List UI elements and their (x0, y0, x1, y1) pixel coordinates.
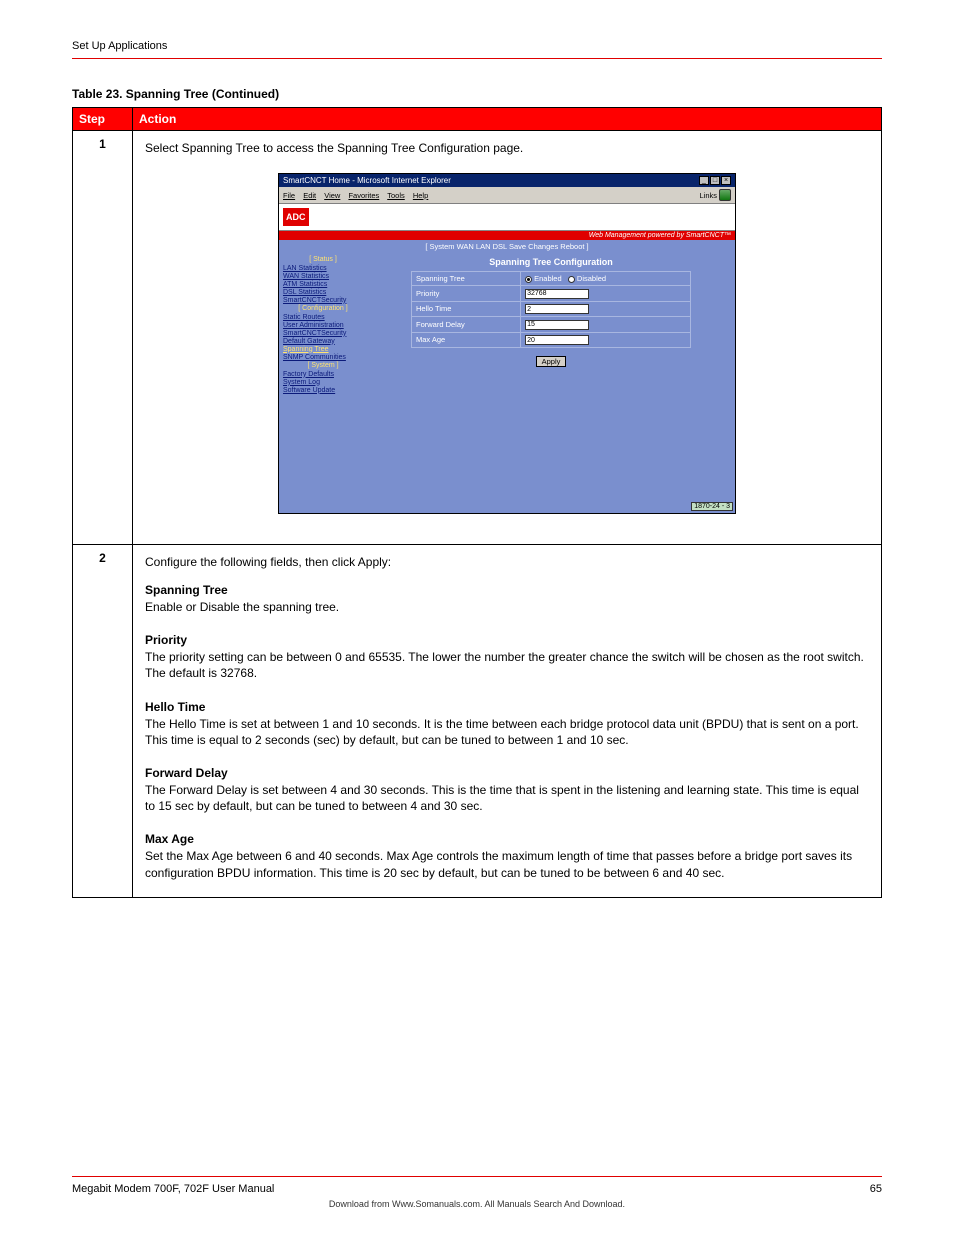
field-name-max-age: Max Age (145, 832, 869, 846)
menubar-items: File Edit View Favorites Tools Help (283, 191, 434, 200)
radio-enabled-label: Enabled (534, 274, 562, 283)
sidebar-item-wan-statistics[interactable]: WAN Statistics (283, 272, 363, 280)
col-step: Step (73, 108, 133, 131)
adc-logo: ADC (283, 208, 309, 226)
footer-rule (72, 1176, 882, 1177)
menubar: File Edit View Favorites Tools Help Link… (279, 187, 735, 204)
sidebar: [ Status ] LAN Statistics WAN Statistics… (279, 253, 367, 513)
sidebar-item-smartcnct-security-config[interactable]: SmartCNCTSecurity (283, 329, 363, 337)
step-number: 1 (73, 131, 133, 545)
minimize-icon[interactable]: _ (699, 176, 709, 185)
menu-tools[interactable]: Tools (387, 191, 405, 200)
step-number: 2 (73, 545, 133, 898)
window-titlebar: SmartCNCT Home - Microsoft Internet Expl… (279, 174, 735, 187)
page-footer: Megabit Modem 700F, 702F User Manual 65 … (72, 1176, 882, 1210)
radio-disabled[interactable] (568, 276, 575, 283)
table-row: 2 Configure the following fields, then c… (73, 545, 882, 898)
cfg-label-priority: Priority (412, 286, 521, 302)
field-desc-max-age: Set the Max Age between 6 and 40 seconds… (145, 848, 869, 880)
forward-delay-field[interactable] (525, 320, 589, 330)
go-icon[interactable] (719, 189, 731, 201)
config-form: Spanning Tree Enabled Disabled (411, 271, 691, 348)
close-icon[interactable]: × (721, 176, 731, 185)
sidebar-item-user-admin[interactable]: User Administration (283, 321, 363, 329)
menu-file[interactable]: File (283, 191, 295, 200)
screenshot-badge: 1870-24 - 3 (691, 502, 733, 511)
sidebar-item-dsl-statistics[interactable]: DSL Statistics (283, 288, 363, 296)
menu-edit[interactable]: Edit (303, 191, 316, 200)
sidebar-item-default-gateway[interactable]: Default Gateway (283, 337, 363, 345)
sidebar-item-lan-statistics[interactable]: LAN Statistics (283, 264, 363, 272)
sidebar-item-static-routes[interactable]: Static Routes (283, 313, 363, 321)
hello-time-field[interactable] (525, 304, 589, 314)
field-desc-spanning-tree: Enable or Disable the spanning tree. (145, 599, 869, 615)
logo-strip: ADC (279, 204, 735, 231)
field-name-hello-time: Hello Time (145, 700, 869, 714)
field-name-spanning-tree: Spanning Tree (145, 583, 869, 597)
header-rule (72, 58, 882, 59)
header-title: Set Up Applications (72, 40, 882, 52)
sidebar-item-system-log[interactable]: System Log (283, 378, 363, 386)
links-label: Links (699, 191, 717, 200)
content-title: Spanning Tree Configuration (381, 257, 721, 267)
field-desc-hello-time: The Hello Time is set at between 1 and 1… (145, 716, 869, 748)
field-name-priority: Priority (145, 633, 869, 647)
field-name-forward-delay: Forward Delay (145, 766, 869, 780)
page-header: Set Up Applications (72, 40, 882, 87)
menu-favorites[interactable]: Favorites (348, 191, 379, 200)
row2-lead: Configure the following fields, then cli… (145, 555, 869, 569)
procedure-table: Step Action 1 Select Spanning Tree to ac… (72, 107, 882, 898)
menu-view[interactable]: View (324, 191, 340, 200)
apply-button[interactable]: Apply (536, 356, 567, 367)
sidebar-config-header: [ Configuration ] (283, 304, 363, 313)
footer-legal: Download from Www.Somanuals.com. All Man… (72, 1199, 882, 1210)
sidebar-item-spanning-tree[interactable]: Spanning Tree (283, 345, 363, 353)
sidebar-item-smartcnct-security-status[interactable]: SmartCNCTSecurity (283, 296, 363, 304)
field-desc-priority: The priority setting can be between 0 an… (145, 649, 869, 681)
window-title: SmartCNCT Home - Microsoft Internet Expl… (283, 176, 451, 185)
table-caption: Table 23. Spanning Tree (Continued) (72, 87, 882, 101)
col-action: Action (133, 108, 882, 131)
sidebar-item-factory-defaults[interactable]: Factory Defaults (283, 370, 363, 378)
cfg-label-max-age: Max Age (412, 332, 521, 348)
field-desc-forward-delay: The Forward Delay is set between 4 and 3… (145, 782, 869, 814)
sidebar-item-snmp[interactable]: SNMP Communities (283, 353, 363, 361)
table-row: 1 Select Spanning Tree to access the Spa… (73, 131, 882, 545)
footer-page-number: 65 (870, 1183, 882, 1195)
menu-help[interactable]: Help (413, 191, 428, 200)
tagline: Web Management powered by SmartCNCT™ (279, 231, 735, 240)
radio-disabled-label: Disabled (577, 274, 606, 283)
cfg-label-forward-delay: Forward Delay (412, 317, 521, 333)
priority-field[interactable] (525, 289, 589, 299)
sidebar-item-atm-statistics[interactable]: ATM Statistics (283, 280, 363, 288)
maximize-icon[interactable]: □ (710, 176, 720, 185)
browser-window: SmartCNCT Home - Microsoft Internet Expl… (278, 173, 736, 514)
cfg-label-spanning-tree: Spanning Tree (412, 272, 521, 286)
sidebar-item-software-update[interactable]: Software Update (283, 386, 363, 394)
footer-left: Megabit Modem 700F, 702F User Manual (72, 1183, 274, 1195)
radio-enabled[interactable] (525, 276, 532, 283)
sidebar-system-header: [ System ] (283, 361, 363, 370)
sidebar-status-header: [ Status ] (283, 255, 363, 264)
row1-lead: Select Spanning Tree to access the Spann… (145, 141, 869, 155)
cfg-label-hello-time: Hello Time (412, 301, 521, 317)
max-age-field[interactable] (525, 335, 589, 345)
top-nav[interactable]: [ System WAN LAN DSL Save Changes Reboot… (279, 240, 735, 253)
